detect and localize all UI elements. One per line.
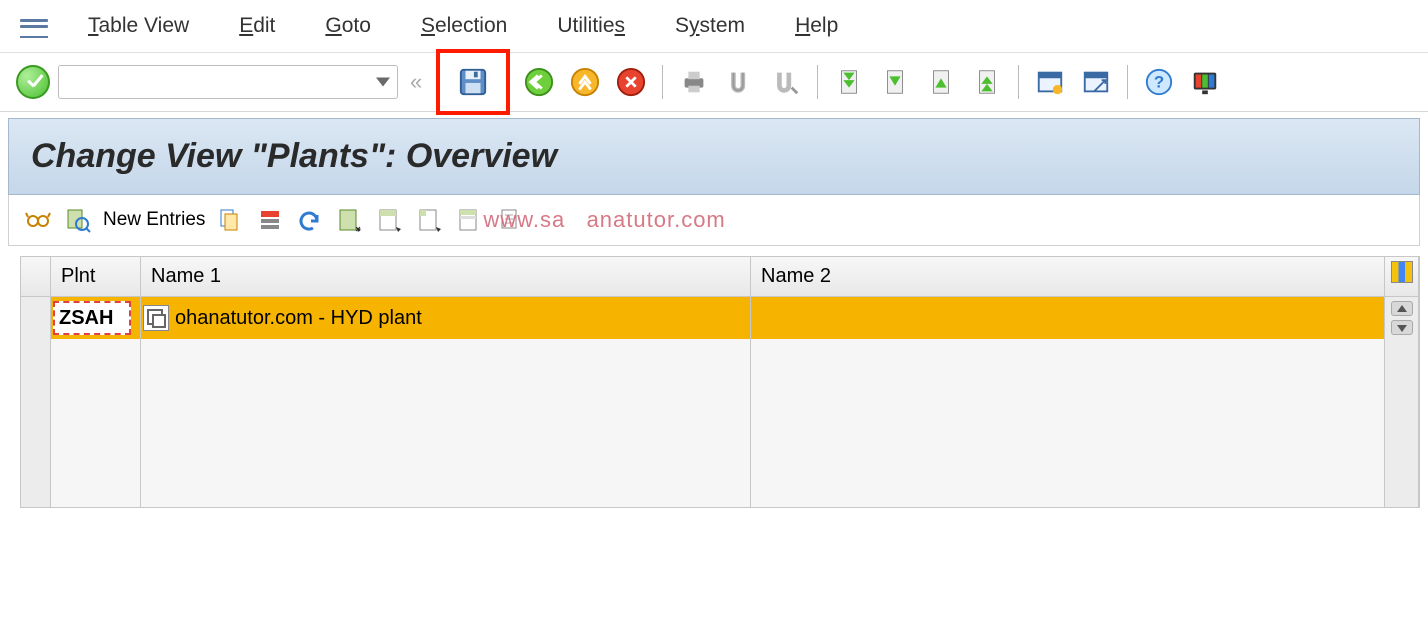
back-button[interactable] — [520, 63, 558, 101]
select-all-icon — [337, 207, 363, 233]
find-next-button[interactable] — [767, 63, 805, 101]
find-icon — [725, 67, 755, 97]
svg-text:?: ? — [1154, 73, 1164, 92]
back-icon — [524, 67, 554, 97]
menu-edit[interactable]: Edit — [239, 14, 275, 38]
name1-text: ohanatutor.com - HYD plant — [175, 307, 422, 330]
new-entries-button[interactable]: New Entries — [103, 209, 205, 231]
cancel-button[interactable] — [612, 63, 650, 101]
find-button[interactable] — [721, 63, 759, 101]
command-dropdown-icon[interactable] — [376, 78, 390, 87]
menu-utilities[interactable]: Utilities — [557, 14, 625, 38]
table-settings-icon — [1391, 261, 1413, 283]
new-session-icon — [1035, 67, 1065, 97]
last-page-icon — [972, 67, 1002, 97]
find-next-icon — [771, 67, 801, 97]
table-row[interactable]: ohanatutor.com - HYD plant — [21, 297, 1419, 339]
col-configure[interactable] — [1385, 257, 1419, 296]
help-button[interactable]: ? — [1140, 63, 1178, 101]
page-title: Change View "Plants": Overview — [8, 118, 1420, 195]
config-button[interactable] — [455, 205, 485, 235]
menu-selection[interactable]: Selection — [421, 14, 507, 38]
save-icon — [458, 67, 488, 97]
detail-button[interactable] — [63, 205, 93, 235]
application-toolbar: New Entries www.sa anatutor.com — [8, 195, 1420, 246]
cell-name2[interactable] — [751, 297, 1385, 339]
window-menu-icon[interactable] — [20, 14, 48, 38]
layout-icon — [1190, 67, 1220, 97]
cell-plnt[interactable] — [51, 297, 141, 339]
undo-icon — [297, 207, 323, 233]
select-all-button[interactable] — [335, 205, 365, 235]
config-icon — [457, 207, 483, 233]
glasses-button[interactable] — [23, 205, 53, 235]
select-block-icon — [377, 207, 403, 233]
create-shortcut-button[interactable] — [1077, 63, 1115, 101]
col-name1[interactable]: Name 1 — [141, 257, 751, 296]
col-name2[interactable]: Name 2 — [751, 257, 1385, 296]
exit-icon — [570, 67, 600, 97]
scroll-down-button[interactable] — [1391, 320, 1413, 335]
standard-toolbar: « — [0, 53, 1428, 112]
table-row-empty — [21, 381, 1419, 423]
undo-button[interactable] — [295, 205, 325, 235]
first-page-button[interactable] — [830, 63, 868, 101]
next-page-button[interactable] — [922, 63, 960, 101]
col-plnt[interactable]: Plnt — [51, 257, 141, 296]
scroll-cell — [1385, 297, 1419, 339]
help-icon: ? — [1144, 67, 1174, 97]
select-block-button[interactable] — [375, 205, 405, 235]
deselect-all-button[interactable] — [415, 205, 445, 235]
prev-page-icon — [880, 67, 910, 97]
deselect-icon — [417, 207, 443, 233]
table-row-empty — [21, 423, 1419, 465]
scroll-up-button[interactable] — [1391, 301, 1413, 316]
layout-button[interactable] — [1186, 63, 1224, 101]
f4-help-icon[interactable] — [143, 305, 169, 331]
menu-goto[interactable]: Goto — [325, 14, 371, 38]
table-header: Plnt Name 1 Name 2 — [21, 257, 1419, 297]
delete-icon — [257, 207, 283, 233]
menu-table-view[interactable]: Table View — [88, 14, 189, 38]
print-button[interactable] — [675, 63, 713, 101]
save-button-highlight — [436, 49, 510, 115]
exit-button[interactable] — [566, 63, 604, 101]
watermark-text: www.sa anatutor.com — [483, 207, 725, 233]
toolbar-sep-icon: « — [406, 69, 426, 95]
row-selector[interactable] — [21, 297, 51, 339]
copy-icon — [217, 207, 243, 233]
copy-button[interactable] — [215, 205, 245, 235]
menu-bar: Table View Edit Goto Selection Utilities… — [0, 0, 1428, 53]
plnt-input[interactable] — [53, 301, 131, 335]
glasses-icon — [25, 207, 51, 233]
print-icon — [679, 67, 709, 97]
data-table: Plnt Name 1 Name 2 ohanatutor.com - HYD … — [20, 256, 1420, 508]
prev-page-button[interactable] — [876, 63, 914, 101]
save-button[interactable] — [454, 63, 492, 101]
next-page-icon — [926, 67, 956, 97]
table-row-empty — [21, 465, 1419, 507]
menu-help[interactable]: Help — [795, 14, 838, 38]
cancel-icon — [616, 67, 646, 97]
cell-name1[interactable]: ohanatutor.com - HYD plant — [141, 297, 751, 339]
table-row-empty — [21, 339, 1419, 381]
command-field[interactable] — [58, 65, 398, 99]
toolbar-separator — [662, 65, 663, 99]
col-select[interactable] — [21, 257, 51, 296]
toolbar-separator — [1127, 65, 1128, 99]
delete-button[interactable] — [255, 205, 285, 235]
command-field-wrap — [58, 65, 398, 99]
menu-system[interactable]: System — [675, 14, 745, 38]
first-page-icon — [834, 67, 864, 97]
toolbar-separator — [1018, 65, 1019, 99]
new-session-button[interactable] — [1031, 63, 1069, 101]
toolbar-separator — [817, 65, 818, 99]
detail-icon — [65, 207, 91, 233]
shortcut-icon — [1081, 67, 1111, 97]
last-page-button[interactable] — [968, 63, 1006, 101]
enter-button[interactable] — [16, 65, 50, 99]
